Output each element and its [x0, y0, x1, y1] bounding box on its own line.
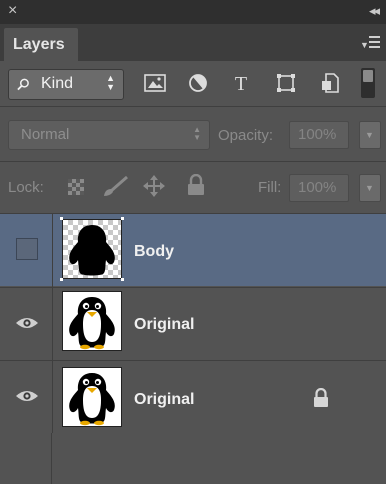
smart-object-filter-icon[interactable] [319, 72, 341, 94]
column-divider [52, 214, 53, 433]
filter-kind-label: Kind [41, 75, 74, 92]
divider [0, 106, 386, 107]
panel-title-bar: × ◂◂ [0, 0, 386, 24]
layer-name: Original [134, 316, 195, 333]
penguin-silhouette-icon [69, 225, 115, 276]
lock-transparent-pixels-icon[interactable] [66, 177, 86, 197]
opacity-field[interactable]: 100% [289, 121, 349, 149]
lock-position-icon[interactable] [142, 174, 166, 198]
divider [0, 161, 386, 162]
empty-visibility-column [0, 433, 52, 484]
layer-visibility-toggle[interactable] [0, 288, 53, 360]
layers-panel: × ◂◂ Layers ▼ Kind ▲ ▼ T Normal ▲ ▼ Opac… [0, 0, 386, 484]
layer-thumbnail [62, 367, 122, 427]
fill-field[interactable]: 100% [289, 174, 349, 202]
chevron-updown-icon: ▲ ▼ [193, 125, 201, 142]
layer-list-empty-area [0, 433, 386, 484]
layer-visibility-toggle[interactable] [0, 361, 53, 433]
fill-value: 100% [298, 179, 337, 196]
visibility-off-icon [16, 238, 38, 260]
layer-name: Original [134, 391, 195, 408]
lock-icon[interactable] [312, 388, 330, 408]
adjustment-filter-icon[interactable] [187, 72, 209, 94]
penguin-icon [69, 297, 115, 350]
filter-toggle-switch[interactable] [361, 68, 375, 98]
search-icon [17, 78, 29, 91]
lock-image-pixels-icon[interactable] [101, 175, 129, 199]
layer-thumbnail [62, 291, 122, 351]
opacity-label: Opacity: [218, 127, 274, 144]
fill-dropdown[interactable]: ▼ [359, 174, 381, 202]
type-filter-icon[interactable]: T [230, 72, 252, 94]
eye-icon [16, 391, 38, 401]
panel-menu-icon[interactable]: ▼ [360, 33, 380, 53]
collapse-icon[interactable]: ◂◂ [369, 3, 380, 19]
chevron-updown-icon: ▲ ▼ [106, 73, 115, 92]
layer-thumbnail [60, 217, 124, 281]
opacity-dropdown[interactable]: ▼ [359, 121, 381, 149]
image-filter-icon[interactable] [143, 72, 167, 94]
opacity-value: 100% [298, 126, 337, 143]
layer-row[interactable]: Original [0, 361, 386, 433]
shape-filter-icon[interactable] [275, 72, 297, 94]
penguin-icon [69, 373, 115, 426]
filter-kind-select[interactable]: Kind ▲ ▼ [8, 69, 124, 100]
lock-all-icon[interactable] [186, 174, 206, 196]
fill-label: Fill: [258, 179, 282, 196]
layer-visibility-toggle[interactable] [0, 214, 53, 286]
lock-label: Lock: [8, 179, 44, 196]
tab-layers[interactable]: Layers [4, 28, 78, 61]
layer-row[interactable]: Original [0, 288, 386, 360]
blend-mode-label: Normal [21, 126, 70, 143]
eye-icon [16, 318, 38, 328]
blend-mode-select[interactable]: Normal ▲ ▼ [8, 120, 210, 150]
tab-layers-label: Layers [13, 36, 65, 53]
layer-row[interactable]: Body [0, 214, 386, 286]
layer-name: Body [134, 243, 174, 260]
panel-tab-row: Layers ▼ [0, 24, 386, 61]
type-filter-glyph: T [235, 73, 247, 94]
close-icon[interactable]: × [8, 2, 17, 20]
